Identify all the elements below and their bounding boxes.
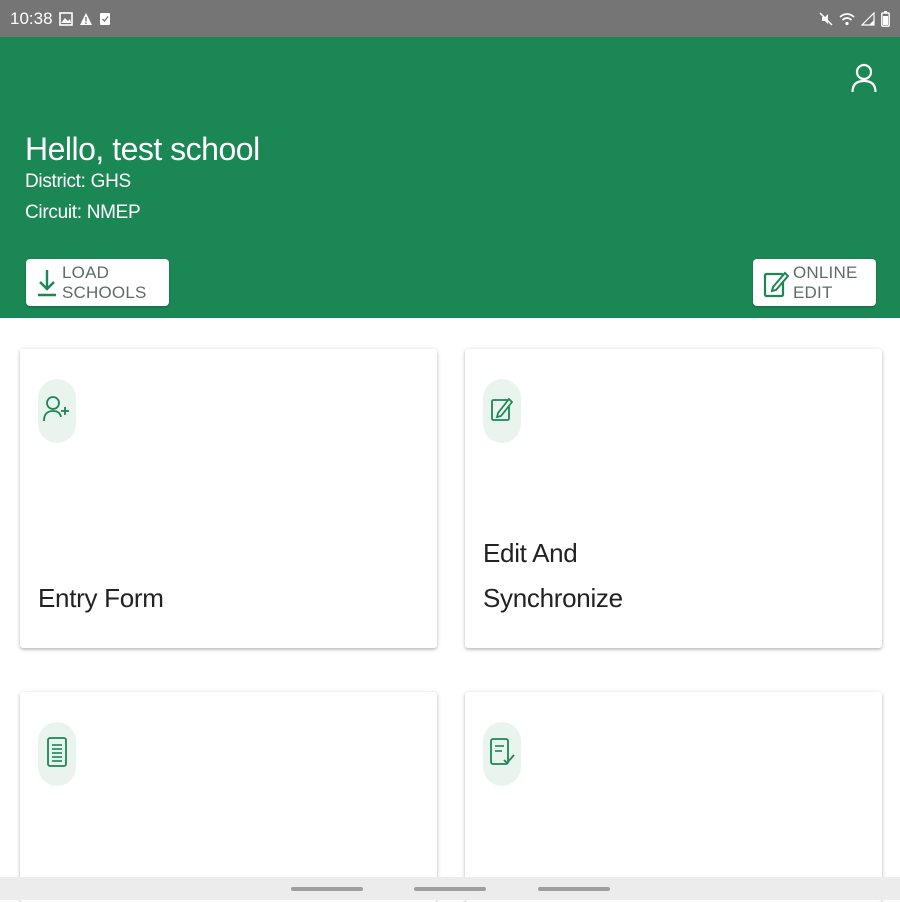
document-check-card[interactable] [465, 692, 882, 902]
app-header: Hello, test school District: GHS Circuit… [0, 37, 900, 318]
edit-synchronize-card[interactable]: Edit And Synchronize [465, 349, 882, 648]
status-bar: 10:38 [0, 0, 900, 37]
edit-synchronize-label-line-2: Synchronize [483, 583, 623, 613]
warning-icon [79, 12, 93, 26]
navigation-bar [0, 877, 900, 900]
wifi-icon [839, 12, 855, 26]
download-icon [36, 268, 58, 298]
status-time: 10:38 [10, 8, 53, 28]
document-check-icon [488, 736, 516, 773]
greeting-title: Hello, test school [25, 131, 260, 167]
district-text: District: GHS [25, 171, 131, 192]
online-edit-label: ONLINE EDIT [793, 262, 858, 302]
user-add-icon [43, 394, 71, 429]
shield-icon [99, 12, 111, 26]
edit-square-icon [489, 394, 515, 429]
edit-synchronize-label: Edit And Synchronize [483, 531, 623, 621]
battery-icon [881, 10, 890, 27]
status-right [819, 10, 890, 27]
nav-handle-left[interactable] [291, 887, 363, 891]
edit-icon [763, 268, 789, 298]
edit-synchronize-label-line-1: Edit And [483, 538, 578, 568]
document-check-icon-badge [483, 722, 521, 786]
online-edit-button[interactable]: ONLINE EDIT [753, 259, 876, 306]
entry-form-icon-badge [38, 379, 76, 443]
entry-form-label-line: Entry Form [38, 583, 164, 613]
nav-handle-center[interactable] [414, 887, 486, 891]
load-schools-label: LOAD SCHOOLS [62, 262, 147, 302]
status-left: 10:38 [10, 9, 111, 29]
list-card[interactable] [20, 692, 437, 902]
signal-icon [861, 11, 875, 26]
load-schools-button[interactable]: LOAD SCHOOLS [26, 259, 169, 306]
edit-synchronize-icon-badge [483, 379, 521, 443]
list-icon-badge [38, 722, 76, 786]
circuit-text: Circuit: NMEP [25, 202, 141, 223]
nav-handle-right[interactable] [538, 887, 610, 891]
entry-form-card[interactable]: Entry Form [20, 349, 437, 648]
image-icon [58, 11, 73, 26]
entry-form-label: Entry Form [38, 576, 164, 621]
list-document-icon [46, 736, 68, 773]
mute-icon [819, 11, 833, 26]
profile-button[interactable] [846, 62, 882, 98]
user-icon [851, 63, 877, 98]
